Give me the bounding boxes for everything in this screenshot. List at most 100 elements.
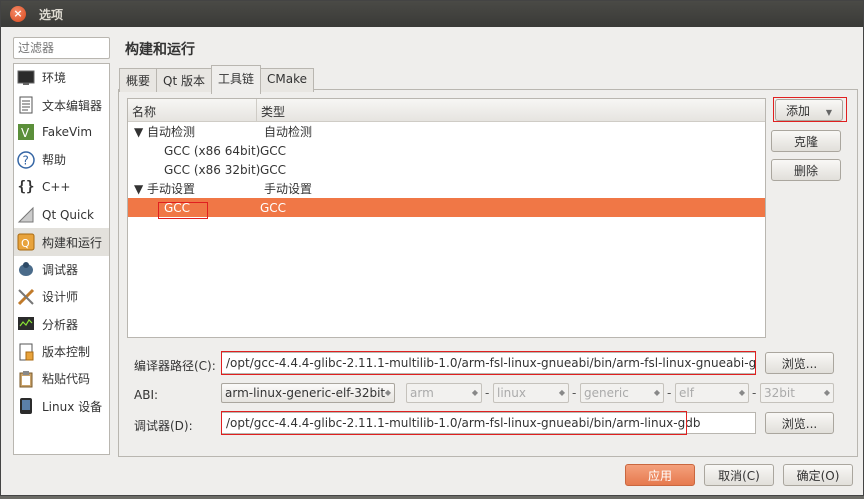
tab-cmake[interactable]: CMake bbox=[260, 68, 314, 92]
compiler-path-field[interactable]: /opt/gcc-4.4.4-glibc-2.11.1-multilib-1.0… bbox=[221, 352, 756, 374]
tree-cell-type: GCC bbox=[260, 143, 287, 158]
abi-flavor-select[interactable]: generic ◆ bbox=[580, 383, 664, 403]
close-icon[interactable]: × bbox=[10, 6, 26, 22]
clipboard-icon bbox=[16, 369, 36, 389]
chevron-updown-icon: ◆ bbox=[471, 388, 478, 397]
sidebar-item-analyzer[interactable]: 分析器 bbox=[14, 311, 109, 338]
chevron-down-icon: ▼ bbox=[825, 108, 832, 117]
abi-select-value: arm-linux-generic-elf-32bit bbox=[225, 386, 386, 400]
options-dialog: × 选项 环境 文本编辑器 V FakeVim ? 帮助 bbox=[0, 0, 864, 496]
sidebar-item-help[interactable]: ? 帮助 bbox=[14, 146, 109, 173]
version-control-icon bbox=[16, 342, 36, 362]
sidebar-item-cpp[interactable]: {} C++ bbox=[14, 174, 109, 201]
abi-label: ABI: bbox=[134, 388, 159, 402]
debugger-path-label: 调试器(D): bbox=[134, 419, 193, 433]
cancel-button[interactable]: 取消(C) bbox=[704, 464, 774, 486]
sidebar-item-build-run[interactable]: Q 构建和运行 bbox=[14, 228, 109, 256]
column-header-type[interactable]: 类型 bbox=[257, 99, 289, 121]
sidebar-item-environment[interactable]: 环境 bbox=[14, 64, 109, 91]
build-run-icon: Q bbox=[16, 232, 36, 252]
document-icon bbox=[16, 95, 36, 115]
sidebar-item-label: 环境 bbox=[42, 71, 67, 86]
sidebar-item-code-paster[interactable]: 粘贴代码 bbox=[14, 365, 109, 392]
sidebar-item-label: 调试器 bbox=[42, 262, 79, 277]
chevron-updown-icon: ◆ bbox=[653, 388, 660, 397]
tab-overview[interactable]: 概要 bbox=[119, 68, 158, 92]
tree-cell-name: ▼ 手动设置 bbox=[134, 182, 196, 196]
tree-cell-name: GCC (x86 32bit) bbox=[164, 162, 261, 177]
sidebar-item-debugger[interactable]: 调试器 bbox=[14, 256, 109, 283]
pencil-ruler-icon bbox=[16, 287, 36, 307]
abi-format-value: elf bbox=[679, 386, 694, 400]
column-header-name[interactable]: 名称 bbox=[128, 99, 257, 121]
tab-qt-versions[interactable]: Qt 版本 bbox=[156, 68, 212, 92]
tree-cell-name: GCC (x86 64bit) bbox=[164, 143, 261, 158]
sidebar-item-text-editor[interactable]: 文本编辑器 bbox=[14, 91, 109, 118]
tree-cell-type: GCC bbox=[260, 200, 287, 215]
tree-cell-type: 自动检测 bbox=[264, 125, 313, 139]
add-button-label: 添加 bbox=[786, 104, 811, 118]
title-bar: × 选项 bbox=[1, 1, 863, 27]
sidebar-item-version-control[interactable]: 版本控制 bbox=[14, 338, 109, 365]
filter-box[interactable] bbox=[13, 37, 112, 59]
tree-row-auto-detected[interactable]: ▼ 自动检测 自动检测 bbox=[128, 122, 765, 141]
tab-bar: 概要 Qt 版本 工具链 CMake bbox=[119, 65, 314, 94]
page-title: 构建和运行 bbox=[125, 42, 195, 58]
sidebar-item-linux-device[interactable]: Linux 设备 bbox=[14, 393, 109, 420]
window-title: 选项 bbox=[39, 8, 64, 22]
sidebar-item-label: 文本编辑器 bbox=[42, 98, 103, 113]
tree-cell-type: GCC bbox=[260, 162, 287, 177]
sidebar-item-label: Qt Quick bbox=[42, 207, 94, 222]
filter-input[interactable] bbox=[14, 38, 112, 58]
sidebar-item-label: 帮助 bbox=[42, 153, 67, 168]
separator: - bbox=[667, 386, 672, 400]
chevron-updown-icon: ◆ bbox=[558, 388, 565, 397]
abi-arch-value: arm bbox=[410, 386, 434, 400]
abi-width-select[interactable]: 32bit ◆ bbox=[760, 383, 834, 403]
abi-flavor-value: generic bbox=[584, 386, 629, 400]
remove-button[interactable]: 删除 bbox=[771, 159, 841, 181]
abi-select[interactable]: arm-linux-generic-elf-32bit ◆ bbox=[221, 383, 395, 403]
chevron-updown-icon: ◆ bbox=[823, 388, 830, 397]
apply-button[interactable]: 应用 bbox=[625, 464, 695, 486]
tree-row-manual[interactable]: ▼ 手动设置 手动设置 bbox=[128, 179, 765, 198]
tab-toolchains[interactable]: 工具链 bbox=[210, 65, 261, 94]
browse-compiler-button[interactable]: 浏览... bbox=[765, 352, 834, 374]
tree-header: 名称 类型 bbox=[128, 99, 765, 122]
tree-row-gcc-64[interactable]: GCC (x86 64bit) GCC bbox=[128, 141, 765, 160]
separator: - bbox=[752, 386, 757, 400]
sidebar-item-label: C++ bbox=[42, 180, 71, 195]
svg-text:V: V bbox=[21, 126, 30, 140]
braces-icon: {} bbox=[17, 179, 35, 196]
toolchain-tree: 名称 类型 ▼ 自动检测 自动检测 GCC (x86 64bit) GCC GC… bbox=[127, 98, 766, 338]
sidebar-item-label: 设计师 bbox=[42, 290, 79, 305]
abi-width-value: 32bit bbox=[764, 386, 795, 400]
ok-button[interactable]: 确定(O) bbox=[783, 464, 853, 486]
tree-row-gcc-manual[interactable]: GCC GCC bbox=[128, 198, 765, 217]
sidebar-item-designer[interactable]: 设计师 bbox=[14, 283, 109, 310]
abi-os-value: linux bbox=[497, 386, 526, 400]
browse-debugger-button[interactable]: 浏览... bbox=[765, 412, 834, 434]
qt-quick-icon bbox=[16, 205, 36, 225]
sidebar-item-label: 粘贴代码 bbox=[42, 372, 91, 387]
compiler-path-label: 编译器路径(C): bbox=[134, 359, 216, 373]
clone-button[interactable]: 克隆 bbox=[771, 130, 841, 152]
sidebar-item-label: FakeVim bbox=[42, 125, 93, 140]
svg-text:Q: Q bbox=[21, 237, 30, 250]
abi-os-select[interactable]: linux ◆ bbox=[493, 383, 569, 403]
separator: - bbox=[485, 386, 490, 400]
sidebar-item-label: 版本控制 bbox=[42, 345, 91, 360]
add-button[interactable]: 添加 ▼ bbox=[775, 99, 843, 121]
svg-text:?: ? bbox=[23, 153, 29, 167]
analyzer-icon bbox=[16, 314, 36, 334]
bug-icon bbox=[16, 259, 36, 279]
sidebar-item-label: Linux 设备 bbox=[42, 399, 103, 414]
tree-row-gcc-32[interactable]: GCC (x86 32bit) GCC bbox=[128, 160, 765, 179]
debugger-path-field[interactable]: /opt/gcc-4.4.4-glibc-2.11.1-multilib-1.0… bbox=[221, 412, 756, 434]
sidebar-item-qt-quick[interactable]: Qt Quick bbox=[14, 201, 109, 228]
abi-arch-select[interactable]: arm ◆ bbox=[406, 383, 482, 403]
separator: - bbox=[572, 386, 577, 400]
abi-format-select[interactable]: elf ◆ bbox=[675, 383, 749, 403]
sidebar-item-fakevim[interactable]: V FakeVim bbox=[14, 119, 109, 146]
category-sidebar: 环境 文本编辑器 V FakeVim ? 帮助 {} C++ Qt Quick … bbox=[13, 63, 110, 455]
